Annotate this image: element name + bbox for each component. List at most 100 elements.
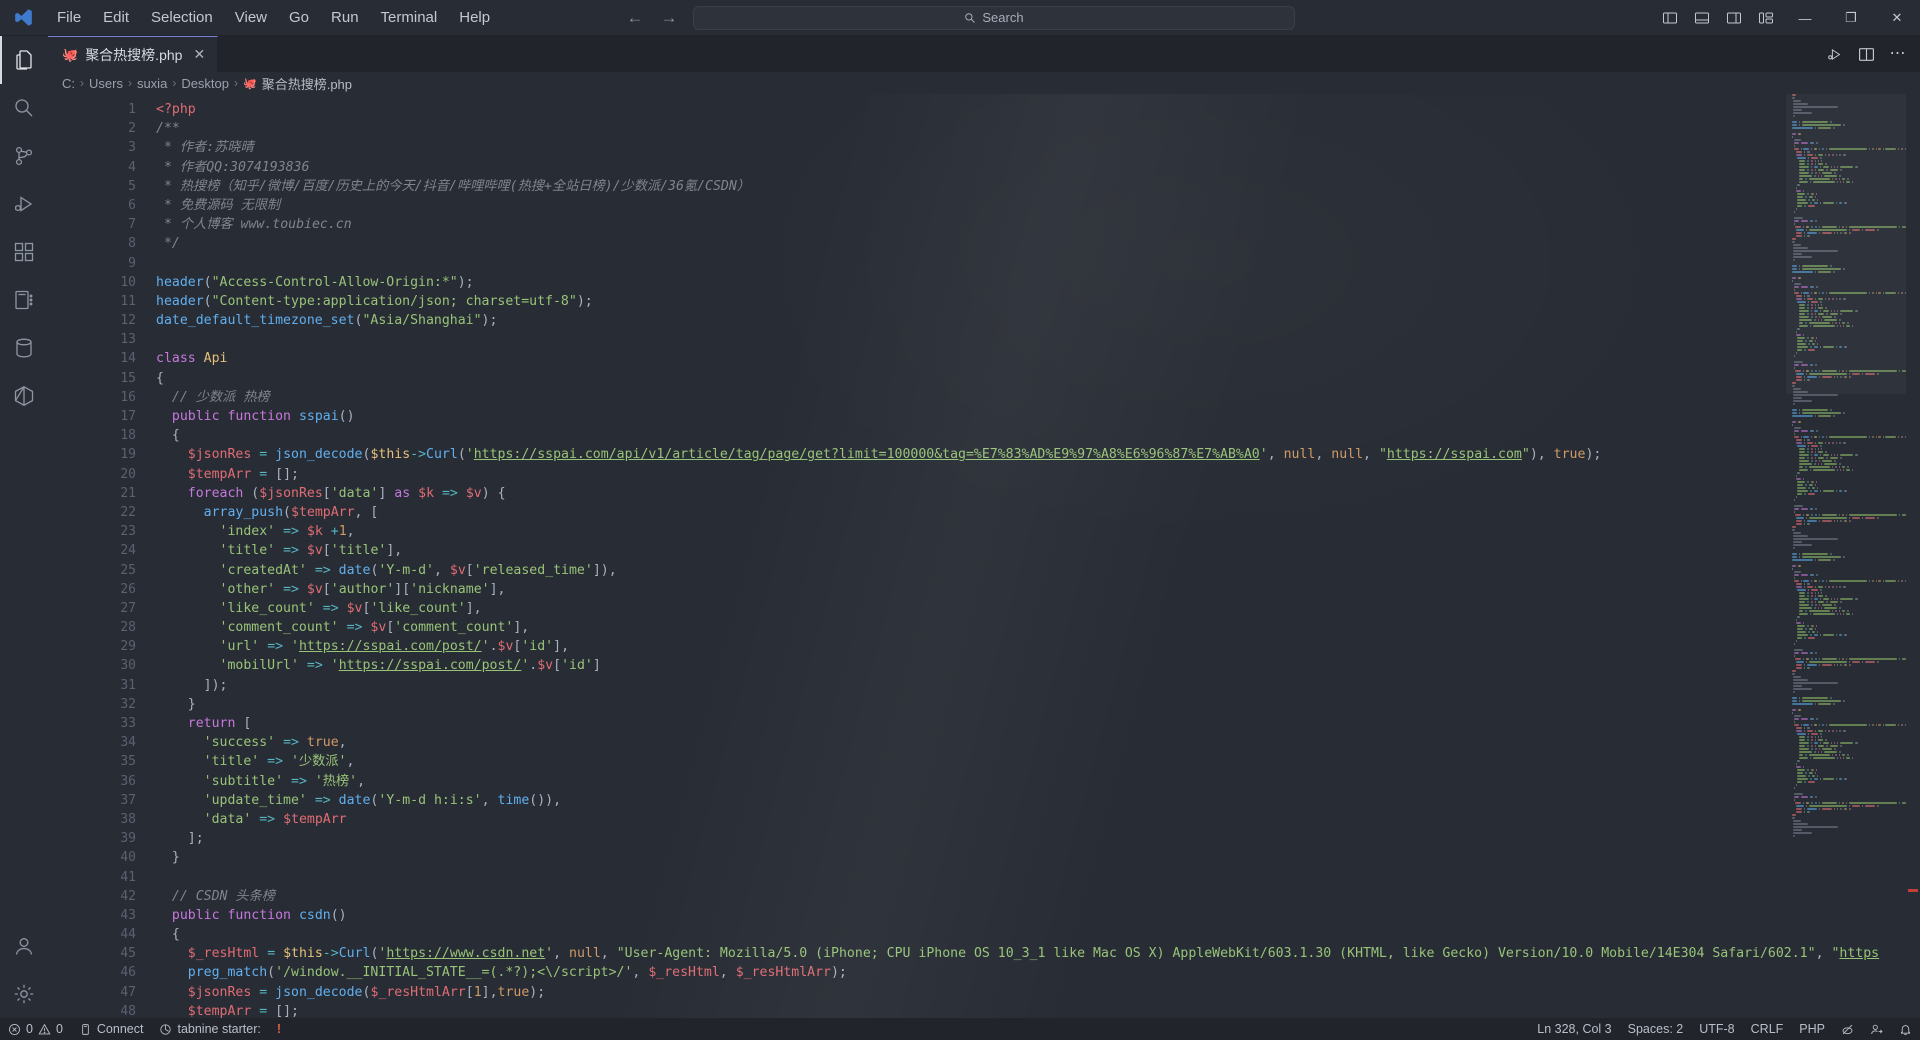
menu-run[interactable]: Run xyxy=(320,5,370,30)
code-line[interactable]: 9 xyxy=(48,254,1920,273)
sidebar-item-explorer[interactable] xyxy=(0,36,48,84)
more-actions-button[interactable]: ⋯ xyxy=(1884,40,1912,68)
code-line[interactable]: 14class Api xyxy=(48,349,1920,368)
editor-scroll-area[interactable]: 1<?php2/**3 * 作者:苏晓晴4 * 作者QQ:30741938365… xyxy=(48,94,1920,1018)
source-code[interactable]: 1<?php2/**3 * 作者:苏晓晴4 * 作者QQ:30741938365… xyxy=(48,94,1920,1018)
run-php-file-button[interactable] xyxy=(1820,40,1848,68)
status-notifications[interactable] xyxy=(1891,1018,1920,1040)
sidebar-item-extensions[interactable] xyxy=(0,228,48,276)
code-line[interactable]: 40 } xyxy=(48,848,1920,867)
code-line[interactable]: 44 { xyxy=(48,925,1920,944)
code-line[interactable]: 46 preg_match('/window.__INITIAL_STATE__… xyxy=(48,963,1920,982)
code-line[interactable]: 29 'url' => 'https://sspai.com/post/'.$v… xyxy=(48,637,1920,656)
code-line[interactable]: 4 * 作者QQ:3074193836 xyxy=(48,158,1920,177)
code-line[interactable]: 15{ xyxy=(48,369,1920,388)
tab-juhe-resou-php[interactable]: 🐙 聚合热搜榜.php ✕ xyxy=(48,36,218,72)
status-tabnine-alert[interactable]: ! xyxy=(269,1018,289,1040)
split-editor-button[interactable] xyxy=(1852,40,1880,68)
code-line[interactable]: 5 * 热搜榜（知乎/微博/百度/历史上的今天/抖音/哔哩哔哩(热搜+全站日榜)… xyxy=(48,177,1920,196)
status-editor-encoding[interactable]: UTF-8 xyxy=(1691,1018,1742,1040)
sidebar-item-source-control[interactable] xyxy=(0,132,48,180)
code-line[interactable]: 21 foreach ($jsonRes['data'] as $k => $v… xyxy=(48,484,1920,503)
maximize-button[interactable]: ❐ xyxy=(1828,0,1874,36)
sidebar-item-run-and-debug[interactable] xyxy=(0,180,48,228)
menu-go[interactable]: Go xyxy=(278,5,320,30)
menu-file[interactable]: File xyxy=(46,5,92,30)
customize-layout-icon[interactable] xyxy=(1750,0,1782,36)
status-editor-eol[interactable]: CRLF xyxy=(1743,1018,1792,1040)
code-line[interactable]: 26 'other' => $v['author']['nickname'], xyxy=(48,580,1920,599)
breadcrumb-suxia[interactable]: suxia xyxy=(137,76,167,91)
code-line[interactable]: 36 'subtitle' => '热榜', xyxy=(48,772,1920,791)
search-input[interactable]: Search xyxy=(693,6,1295,30)
code-line[interactable]: 42 // CSDN 头条榜 xyxy=(48,887,1920,906)
menu-help[interactable]: Help xyxy=(448,5,501,30)
code-line[interactable]: 41 xyxy=(48,868,1920,887)
arrow-left-icon[interactable]: ← xyxy=(625,8,645,28)
code-line[interactable]: 11header("Content-type:application/json;… xyxy=(48,292,1920,311)
status-remote-host[interactable] xyxy=(1862,1018,1891,1040)
code-line[interactable]: 35 'title' => '少数派', xyxy=(48,752,1920,771)
code-line[interactable]: 10header("Access-Control-Allow-Origin:*"… xyxy=(48,273,1920,292)
status-tabnine[interactable]: tabnine starter: xyxy=(151,1018,268,1040)
code-line[interactable]: 13 xyxy=(48,330,1920,349)
toggle-secondary-sidebar-icon[interactable] xyxy=(1718,0,1750,36)
minimap-slider[interactable] xyxy=(1786,94,1906,394)
code-line[interactable]: 16 // 少数派 热榜 xyxy=(48,388,1920,407)
code-line[interactable]: 23 'index' => $k +1, xyxy=(48,522,1920,541)
code-line[interactable]: 37 'update_time' => date('Y-m-d h:i:s', … xyxy=(48,791,1920,810)
sidebar-item-package-explorer[interactable] xyxy=(0,372,48,420)
status-problems[interactable]: 0 0 xyxy=(0,1018,71,1040)
code-line[interactable]: 7 * 个人博客 www.toubiec.cn xyxy=(48,215,1920,234)
code-line[interactable]: 30 'mobilUrl' => 'https://sspai.com/post… xyxy=(48,656,1920,675)
code-line[interactable]: 1<?php xyxy=(48,100,1920,119)
code-line[interactable]: 6 * 免费源码 无限制 xyxy=(48,196,1920,215)
breadcrumb-file[interactable]: 聚合热搜榜.php xyxy=(262,74,352,93)
code-line[interactable]: 31 ]); xyxy=(48,676,1920,695)
code-line[interactable]: 2/** xyxy=(48,119,1920,138)
code-line[interactable]: 8 */ xyxy=(48,234,1920,253)
code-line[interactable]: 28 'comment_count' => $v['comment_count'… xyxy=(48,618,1920,637)
menu-selection[interactable]: Selection xyxy=(140,5,224,30)
menu-view[interactable]: View xyxy=(224,5,278,30)
sidebar-item-remote-explorer[interactable] xyxy=(0,276,48,324)
sidebar-item-database[interactable] xyxy=(0,324,48,372)
accounts-button[interactable] xyxy=(0,922,48,970)
code-line[interactable]: 19 $jsonRes = json_decode($this->Curl('h… xyxy=(48,445,1920,464)
menu-terminal[interactable]: Terminal xyxy=(370,5,449,30)
status-remote-connect[interactable]: Connect xyxy=(71,1018,152,1040)
minimize-button[interactable]: — xyxy=(1782,0,1828,36)
status-editor-position[interactable]: Ln 328, Col 3 xyxy=(1529,1018,1619,1040)
toggle-primary-sidebar-icon[interactable] xyxy=(1654,0,1686,36)
code-line[interactable]: 38 'data' => $tempArr xyxy=(48,810,1920,829)
toggle-panel-icon[interactable] xyxy=(1686,0,1718,36)
menu-bar[interactable]: File Edit Selection View Go Run Terminal… xyxy=(46,5,501,30)
code-line[interactable]: 18 { xyxy=(48,426,1920,445)
code-line[interactable]: 20 $tempArr = []; xyxy=(48,465,1920,484)
code-line[interactable]: 22 array_push($tempArr, [ xyxy=(48,503,1920,522)
code-line[interactable]: 27 'like_count' => $v['like_count'], xyxy=(48,599,1920,618)
status-editor-indentation[interactable]: Spaces: 2 xyxy=(1620,1018,1692,1040)
status-editor-language[interactable]: PHP xyxy=(1791,1018,1833,1040)
menu-edit[interactable]: Edit xyxy=(92,5,140,30)
sidebar-item-search[interactable] xyxy=(0,84,48,132)
code-line[interactable]: 39 ]; xyxy=(48,829,1920,848)
code-line[interactable]: 32 } xyxy=(48,695,1920,714)
close-icon[interactable]: ✕ xyxy=(193,46,205,63)
code-line[interactable]: 48 $tempArr = []; xyxy=(48,1002,1920,1018)
status-prettier[interactable] xyxy=(1833,1018,1862,1040)
editor-scrollbar[interactable] xyxy=(1908,94,1918,1018)
breadcrumb-users[interactable]: Users xyxy=(89,76,123,91)
close-button[interactable]: ✕ xyxy=(1874,0,1920,36)
code-line[interactable]: 33 return [ xyxy=(48,714,1920,733)
code-line[interactable]: 3 * 作者:苏晓晴 xyxy=(48,138,1920,157)
code-line[interactable]: 34 'success' => true, xyxy=(48,733,1920,752)
code-line[interactable]: 24 'title' => $v['title'], xyxy=(48,541,1920,560)
manage-settings-button[interactable] xyxy=(0,970,48,1018)
code-line[interactable]: 45 $_resHtml = $this->Curl('https://www.… xyxy=(48,944,1920,963)
code-editor[interactable]: 1<?php2/**3 * 作者:苏晓晴4 * 作者QQ:30741938365… xyxy=(48,94,1920,1018)
code-line[interactable]: 25 'createdAt' => date('Y-m-d', $v['rele… xyxy=(48,561,1920,580)
code-line[interactable]: 43 public function csdn() xyxy=(48,906,1920,925)
arrow-right-icon[interactable]: → xyxy=(659,8,679,28)
code-line[interactable]: 17 public function sspai() xyxy=(48,407,1920,426)
